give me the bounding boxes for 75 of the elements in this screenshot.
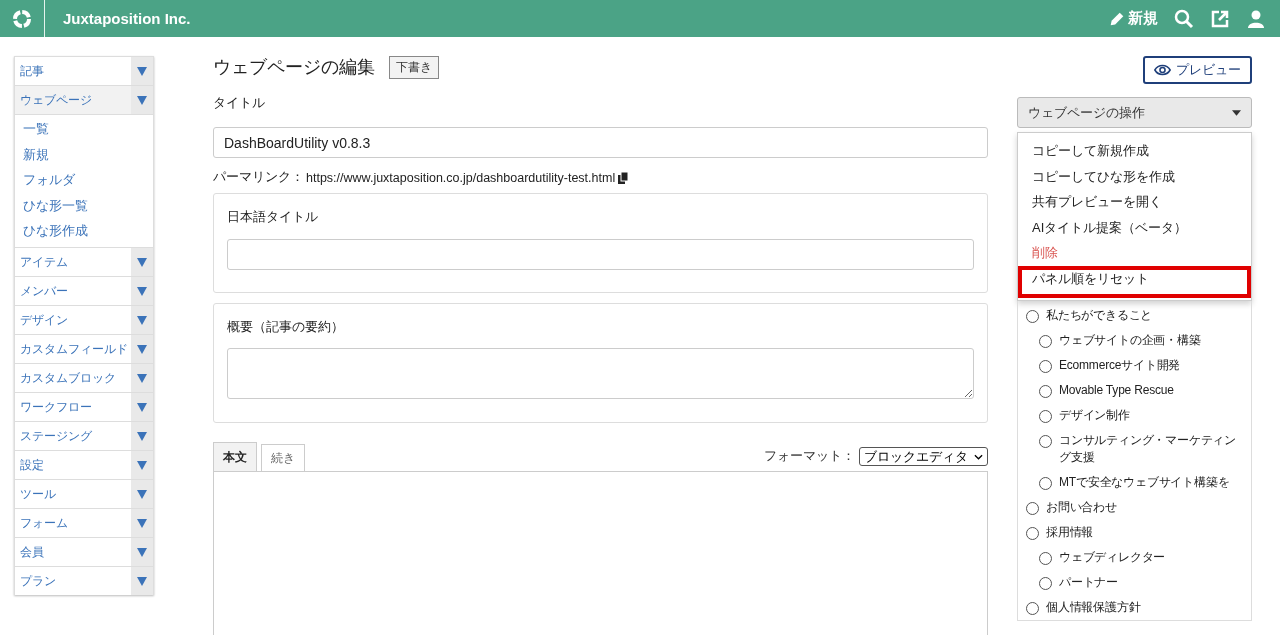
submenu-link[interactable]: 新規 [15, 142, 153, 169]
caret-icon [137, 430, 147, 441]
folder-radio[interactable]: MTで安全なウェブサイト構築を [1026, 469, 1243, 495]
caret-icon [137, 459, 147, 470]
submenu-link[interactable]: フォルダ [15, 168, 153, 194]
sidebar-item[interactable]: カスタムフィールド [14, 333, 154, 363]
eye-icon [1154, 64, 1171, 76]
ring-logo-icon [12, 8, 32, 29]
page-title: ウェブページの編集 [213, 56, 375, 79]
sidebar-item[interactable]: メンバー [14, 275, 154, 305]
sidebar-item[interactable]: デザイン [14, 304, 154, 334]
actions-dropdown[interactable]: ウェブページの操作 [1017, 97, 1252, 128]
folder-radio[interactable]: デザイン制作 [1026, 402, 1243, 428]
status-badge: 下書き [389, 55, 439, 79]
folder-radio[interactable]: Ecommerceサイト開発 [1026, 352, 1243, 378]
sidebar-item[interactable]: ウェブページ [14, 85, 154, 114]
sidebar-item[interactable]: フォーム [14, 507, 154, 537]
folder-radio[interactable]: 個人情報保護方針 [1026, 594, 1243, 620]
sidebar-item[interactable]: プラン [14, 565, 154, 595]
sidebar-item[interactable]: ワークフロー [14, 391, 154, 421]
caret-icon [137, 575, 147, 586]
sidebar-item[interactable]: ツール [14, 478, 154, 508]
search-icon[interactable] [1174, 8, 1194, 29]
preview-button[interactable]: プレビュー [1143, 56, 1252, 84]
folder-radio[interactable]: Movable Type Rescue [1026, 377, 1243, 403]
permalink-link[interactable]: https://www.juxtaposition.co.jp/dashboardutility-test.html [306, 170, 616, 185]
sidebar-item[interactable]: 設定 [14, 449, 154, 479]
folder-radio[interactable]: お問い合わせ [1026, 494, 1243, 520]
caret-icon [137, 66, 147, 76]
folder-radio[interactable]: ウェブディレクター [1026, 544, 1243, 570]
caret-icon [137, 372, 147, 383]
submenu-link[interactable]: ひな形作成 [15, 219, 153, 245]
caret-icon [137, 546, 147, 557]
format-label: フォーマット： [764, 448, 855, 465]
japanese-title-field[interactable] [227, 239, 974, 270]
caret-icon [137, 256, 147, 267]
menu-item[interactable]: 共有プレビューを開く [1018, 189, 1251, 215]
menu-item[interactable]: コピーしてひな形を作成 [1018, 163, 1251, 190]
folder-radio[interactable]: 私たちができること [1026, 302, 1243, 328]
editor-tab[interactable]: 本文 [213, 442, 257, 471]
folder-radio[interactable]: コンサルティング・マーケティング支援 [1026, 427, 1243, 470]
menu-item[interactable]: 削除 [1018, 240, 1251, 266]
menu-item[interactable]: パネル順をリセット [1018, 265, 1251, 298]
sidebar-item[interactable]: 会員 [14, 536, 154, 566]
editor-tab[interactable]: 続き [261, 444, 305, 471]
menu-item[interactable]: コピーして新規作成 [1018, 138, 1251, 164]
caret-icon [137, 314, 147, 325]
folder-radio[interactable]: パートナー [1026, 569, 1243, 595]
caret-icon [137, 95, 147, 105]
field-label: 概要（記事の要約） [227, 318, 345, 336]
external-link-icon[interactable] [1210, 8, 1230, 29]
folder-radio[interactable]: 採用情報 [1026, 519, 1243, 545]
chevron-down-icon [974, 453, 983, 460]
field-label: タイトル [213, 94, 266, 112]
permalink-label: パーマリンク： [213, 169, 304, 186]
menu-item[interactable]: AIタイトル提案（ベータ） [1018, 214, 1251, 241]
submenu-link[interactable]: 一覧 [15, 117, 153, 143]
sidebar-item[interactable]: 記事 [14, 56, 154, 85]
title-field[interactable]: DashBoardUtility v0.8.3 [213, 127, 988, 158]
field-label: 日本語タイトル [227, 208, 319, 226]
user-icon[interactable] [1246, 8, 1266, 29]
caret-icon [137, 401, 147, 412]
sidebar-item[interactable]: カスタムブロック [14, 362, 154, 392]
summary-field[interactable] [227, 348, 974, 399]
caret-icon [137, 285, 147, 296]
folder-radio[interactable]: ウェブサイトの企画・構築 [1026, 327, 1243, 353]
format-select[interactable]: ブロックエディタ [859, 447, 988, 466]
submenu-link[interactable]: ひな形一覧 [15, 193, 153, 220]
sidebar-item[interactable]: アイテム [14, 246, 154, 276]
caret-icon [137, 488, 147, 499]
caret-icon [137, 517, 147, 528]
caret-icon [137, 343, 147, 354]
copy-icon[interactable] [617, 171, 630, 184]
sidebar-item[interactable]: ステージング [14, 420, 154, 450]
caret-icon [1232, 109, 1241, 116]
